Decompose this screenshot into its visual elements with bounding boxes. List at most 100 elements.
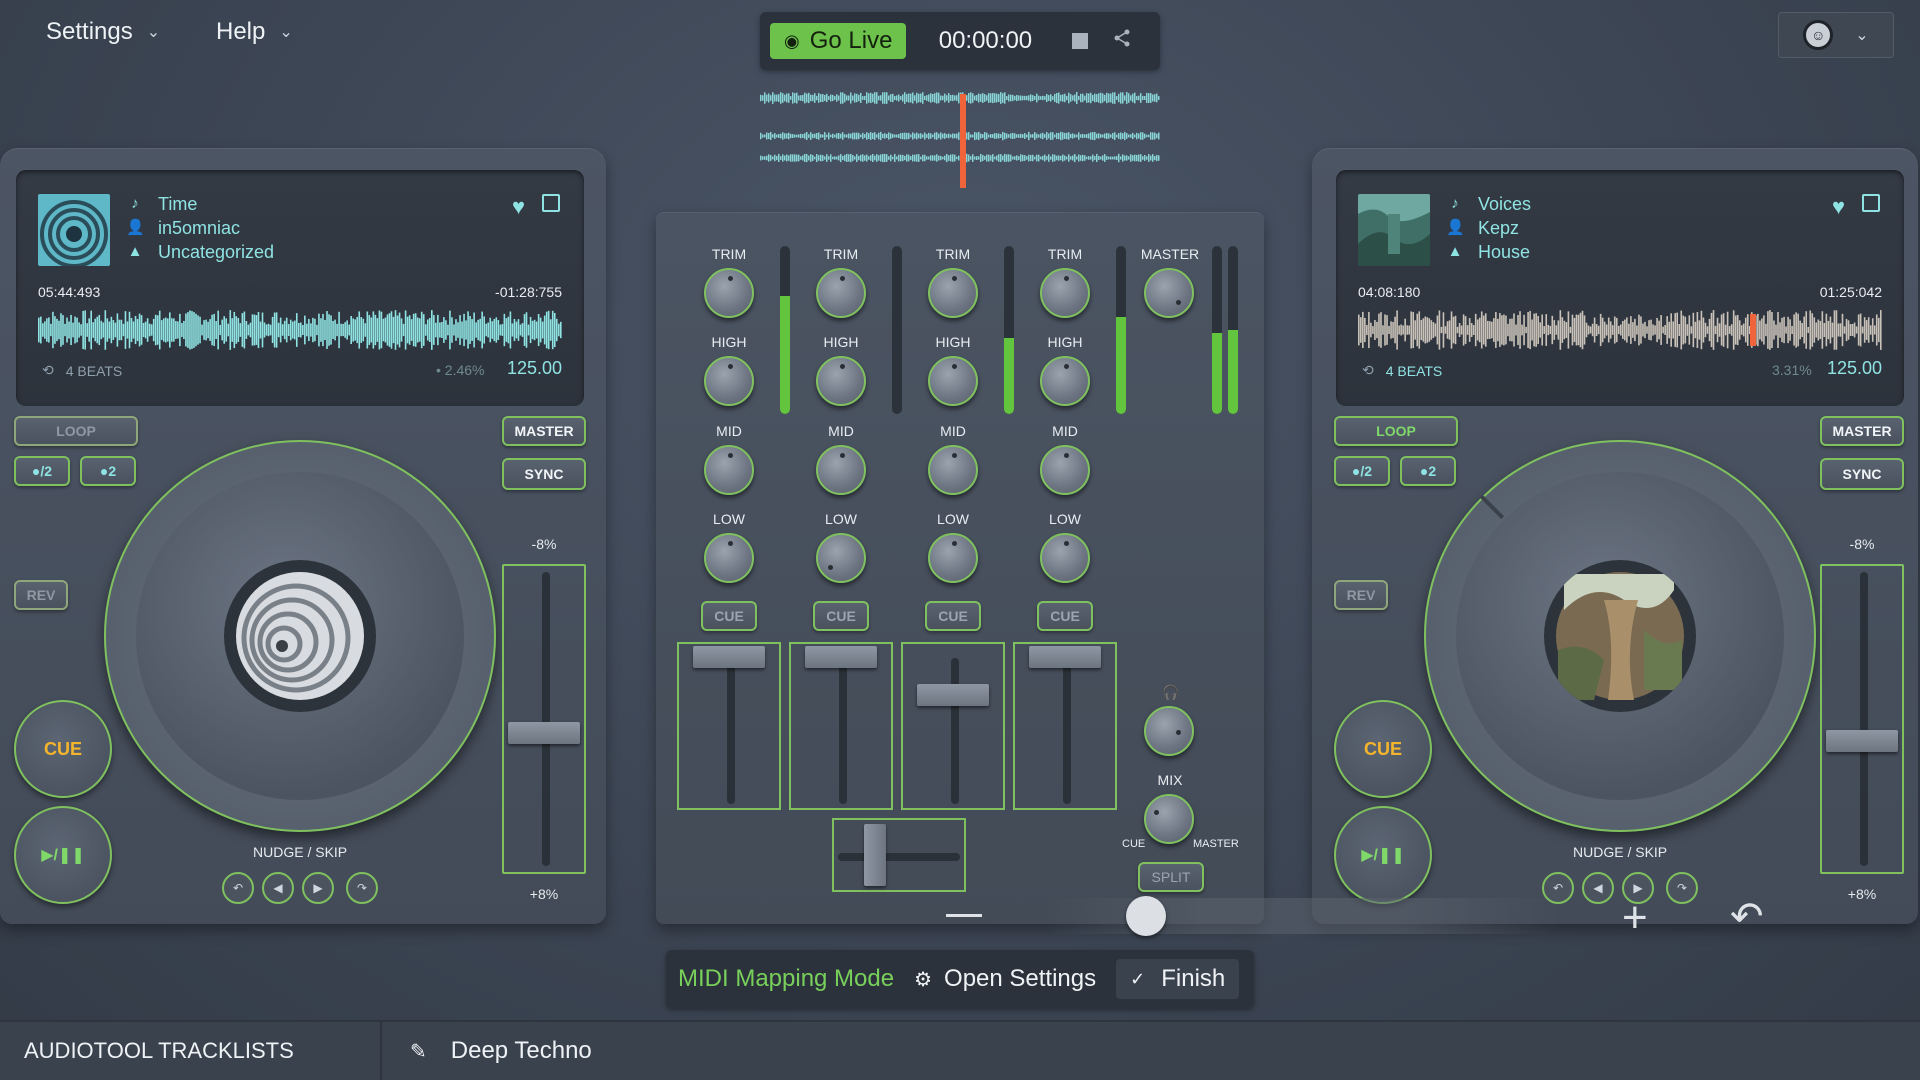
- playlist-title[interactable]: ✎ Deep Techno: [410, 1022, 592, 1080]
- user-menu-button[interactable]: ☺ ⌄: [1778, 12, 1894, 58]
- high-knob-ch2[interactable]: [816, 356, 866, 406]
- fader-handle[interactable]: [1029, 646, 1101, 668]
- undo-icon[interactable]: ↶: [1730, 894, 1764, 940]
- crossfader-handle[interactable]: [864, 824, 886, 886]
- overview-bar: [1146, 134, 1148, 138]
- tracklists-tab[interactable]: AUDIOTOOL TRACKLISTS: [0, 1022, 382, 1080]
- master-knob[interactable]: [1144, 268, 1194, 318]
- cue-button-ch4[interactable]: CUE: [1037, 601, 1093, 631]
- low-knob-ch3[interactable]: [928, 533, 978, 583]
- mid-knob-ch4[interactable]: [1040, 445, 1090, 495]
- trim-knob-ch1[interactable]: [704, 268, 754, 318]
- finish-button[interactable]: ✓ Finish: [1116, 959, 1240, 999]
- waveform-bar: [197, 315, 199, 345]
- pitch-fader-handle[interactable]: [1826, 730, 1898, 752]
- channel-fader-ch1[interactable]: [677, 642, 781, 810]
- loop-double-button[interactable]: ●2: [80, 456, 136, 486]
- loop-half-button[interactable]: ●/2: [14, 456, 70, 486]
- loop-button[interactable]: LOOP: [1334, 416, 1458, 446]
- overview-bar: [794, 134, 796, 138]
- settings-menu[interactable]: Settings ⌄: [46, 18, 160, 46]
- deck-b-waveform[interactable]: [1358, 310, 1882, 350]
- waveform-bar: [1472, 324, 1475, 336]
- reverse-button[interactable]: REV: [14, 580, 68, 610]
- cue-button-ch3[interactable]: CUE: [925, 601, 981, 631]
- overview-bar: [956, 95, 958, 101]
- jog-wheel[interactable]: [104, 440, 496, 832]
- low-knob-ch4[interactable]: [1040, 533, 1090, 583]
- channel-fader-ch4[interactable]: [1013, 642, 1117, 810]
- loop-button[interactable]: LOOP: [14, 416, 138, 446]
- deck-a-waveform[interactable]: [38, 310, 562, 350]
- overview-waveform[interactable]: [760, 84, 1160, 194]
- trim-knob-ch2[interactable]: [816, 268, 866, 318]
- cue-button[interactable]: CUE: [14, 700, 112, 798]
- waveform-bar: [1857, 314, 1860, 346]
- zoom-slider-handle[interactable]: [1126, 896, 1166, 936]
- channel-fader-ch3[interactable]: [901, 642, 1005, 810]
- mid-knob-ch2[interactable]: [816, 445, 866, 495]
- mid-knob-ch3[interactable]: [928, 445, 978, 495]
- skip-forward-icon[interactable]: ▶: [302, 872, 334, 904]
- high-knob-ch1[interactable]: [704, 356, 754, 406]
- overview-bar: [920, 133, 922, 139]
- overview-bar: [944, 93, 946, 103]
- nudge-forward-icon[interactable]: ↷: [346, 872, 378, 904]
- loop-double-button[interactable]: ●2: [1400, 456, 1456, 486]
- stop-icon[interactable]: [1072, 33, 1089, 49]
- cue-button[interactable]: CUE: [1334, 700, 1432, 798]
- split-button[interactable]: SPLIT: [1138, 862, 1204, 892]
- skip-back-icon[interactable]: ◀: [1582, 872, 1614, 904]
- sync-button[interactable]: SYNC: [502, 458, 586, 490]
- fader-handle[interactable]: [917, 684, 989, 706]
- high-knob-ch3[interactable]: [928, 356, 978, 406]
- zoom-in-icon[interactable]: +: [1622, 896, 1648, 940]
- open-settings-button[interactable]: ⚙ Open Settings: [914, 965, 1096, 993]
- overview-bar: [794, 154, 796, 162]
- waveform-bar: [48, 317, 50, 343]
- waveform-bar: [1710, 312, 1713, 348]
- external-link-icon[interactable]: [542, 194, 560, 212]
- zoom-out-icon[interactable]: [946, 914, 982, 917]
- play-pause-button[interactable]: ▶/❚❚: [14, 806, 112, 904]
- master-button[interactable]: MASTER: [1820, 416, 1904, 446]
- reverse-button[interactable]: REV: [1334, 580, 1388, 610]
- trim-knob-ch4[interactable]: [1040, 268, 1090, 318]
- skip-back-icon[interactable]: ◀: [262, 872, 294, 904]
- low-knob-ch1[interactable]: [704, 533, 754, 583]
- waveform-bar: [1718, 323, 1721, 337]
- loop-half-button[interactable]: ●/2: [1334, 456, 1390, 486]
- sync-button[interactable]: SYNC: [1820, 458, 1904, 490]
- channel-fader-ch2[interactable]: [789, 642, 893, 810]
- waveform-bar: [326, 311, 328, 349]
- mid-knob-ch1[interactable]: [704, 445, 754, 495]
- help-menu[interactable]: Help ⌄: [216, 18, 293, 46]
- play-pause-button[interactable]: ▶/❚❚: [1334, 806, 1432, 904]
- headphone-volume-knob[interactable]: [1144, 706, 1194, 756]
- fader-handle[interactable]: [805, 646, 877, 668]
- heart-icon[interactable]: ♥: [1832, 194, 1845, 220]
- cue-button-ch2[interactable]: CUE: [813, 601, 869, 631]
- pitch-fader-handle[interactable]: [508, 722, 580, 744]
- heart-icon[interactable]: ♥: [512, 194, 525, 220]
- high-knob-ch4[interactable]: [1040, 356, 1090, 406]
- jog-wheel[interactable]: [1424, 440, 1816, 832]
- cue-mix-knob[interactable]: [1144, 794, 1194, 844]
- external-link-icon[interactable]: [1862, 194, 1880, 212]
- waveform-bar: [223, 316, 226, 344]
- nudge-forward-icon[interactable]: ↷: [1666, 872, 1698, 904]
- trim-knob-ch3[interactable]: [928, 268, 978, 318]
- fader-handle[interactable]: [693, 646, 765, 668]
- pitch-fader[interactable]: [502, 564, 586, 874]
- zoom-slider[interactable]: [1044, 898, 1560, 934]
- pitch-fader[interactable]: [1820, 564, 1904, 874]
- overview-bar: [990, 93, 992, 103]
- master-button[interactable]: MASTER: [502, 416, 586, 446]
- waveform-bar: [1817, 319, 1820, 341]
- nudge-back-icon[interactable]: ↶: [222, 872, 254, 904]
- crossfader[interactable]: [832, 818, 966, 892]
- go-live-button[interactable]: ◉ Go Live: [770, 23, 907, 59]
- low-knob-ch2[interactable]: [816, 533, 866, 583]
- cue-button-ch1[interactable]: CUE: [701, 601, 757, 631]
- share-icon[interactable]: [1112, 28, 1132, 54]
